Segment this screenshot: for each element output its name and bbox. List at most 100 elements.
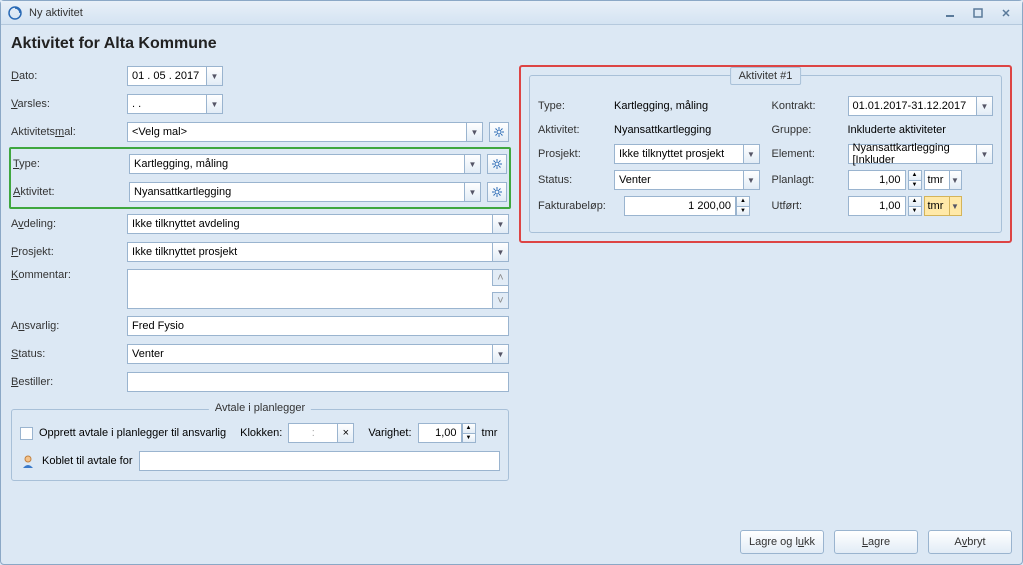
r-planlagt-unit-dropdown[interactable]: ▼: [950, 170, 962, 190]
r-faktura-input[interactable]: 1 200,00: [624, 196, 736, 216]
opprett-avtale-label: Opprett avtale i planlegger til ansvarli…: [39, 427, 226, 439]
r-element-label: Element:: [772, 148, 842, 160]
r-type-label: Type:: [538, 100, 608, 112]
r-aktivitet-label: Aktivitet:: [538, 124, 608, 136]
type-combo[interactable]: Kartlegging, måling: [129, 154, 465, 174]
r-gruppe-label: Gruppe:: [772, 124, 842, 136]
dato-dropdown-button[interactable]: ▼: [207, 66, 223, 86]
kommentar-label: Kommentar:: [11, 269, 121, 281]
varighet-label: Varighet:: [368, 427, 411, 439]
aktivitetsmal-gear-button[interactable]: [489, 122, 509, 142]
r-kontrakt-label: Kontrakt:: [772, 100, 842, 112]
varighet-spinner[interactable]: ▲▼: [462, 423, 476, 443]
aktivitetsmal-label: Aktivitetsmal:: [11, 126, 121, 138]
page-title: Aktivitet for Alta Kommune: [11, 35, 1012, 53]
r-prosjekt-label: Prosjekt:: [538, 148, 608, 160]
close-button[interactable]: [996, 5, 1016, 21]
r-prosjekt-combo[interactable]: Ikke tilknyttet prosjekt: [614, 144, 744, 164]
koblet-input[interactable]: [139, 451, 501, 471]
left-column: Dato: 01 . 05 . 2017 ▼ Varsles: . . ▼ Ak…: [11, 65, 509, 514]
type-label: Type:: [13, 158, 123, 170]
ansvarlig-label: Ansvarlig:: [11, 320, 121, 332]
user-icon: [20, 453, 36, 469]
type-gear-button[interactable]: [487, 154, 507, 174]
scroll-up-icon[interactable]: ˄: [492, 270, 508, 286]
r-utfort-unit-dropdown[interactable]: ▼: [950, 196, 962, 216]
r-utfort-label: Utført:: [772, 200, 842, 212]
highlighted-section: Type: Kartlegging, måling ▼ Aktivitet: N…: [9, 147, 511, 209]
prosjekt-combo[interactable]: Ikke tilknyttet prosjekt: [127, 242, 493, 262]
aktivitet-gear-button[interactable]: [487, 182, 507, 202]
kommentar-textarea[interactable]: ˄ ˅: [127, 269, 509, 309]
titlebar: Ny aktivitet: [1, 1, 1022, 25]
maximize-button[interactable]: [968, 5, 988, 21]
gear-icon: [493, 126, 505, 138]
aktivitet-dropdown-button[interactable]: ▼: [465, 182, 481, 202]
avdeling-combo[interactable]: Ikke tilknyttet avdeling: [127, 214, 493, 234]
prosjekt-label: Prosjekt:: [11, 246, 121, 258]
r-faktura-spinner[interactable]: ▲▼: [736, 196, 750, 216]
r-element-combo[interactable]: Nyansattkartlegging [Inkluder: [848, 144, 978, 164]
r-planlagt-unit[interactable]: tmr: [924, 170, 950, 190]
scroll-down-icon[interactable]: ˅: [492, 292, 508, 308]
r-element-dropdown-button[interactable]: ▼: [977, 144, 993, 164]
varighet-unit: tmr: [482, 427, 498, 439]
dato-input[interactable]: 01 . 05 . 2017: [127, 66, 207, 86]
bestiller-input[interactable]: [127, 372, 509, 392]
prosjekt-dropdown-button[interactable]: ▼: [493, 242, 509, 262]
r-status-dropdown-button[interactable]: ▼: [744, 170, 760, 190]
avdeling-label: Avdeling:: [11, 218, 121, 230]
koblet-label: Koblet til avtale for: [42, 455, 133, 467]
r-kontrakt-dropdown-button[interactable]: ▼: [977, 96, 993, 116]
varsles-label: Varsles:: [11, 98, 121, 110]
gear-icon: [491, 158, 503, 170]
gear-icon: [491, 186, 503, 198]
varighet-input[interactable]: 1,00: [418, 423, 462, 443]
r-prosjekt-dropdown-button[interactable]: ▼: [744, 144, 760, 164]
aktivitetsmal-dropdown-button[interactable]: ▼: [467, 122, 483, 142]
r-utfort-input[interactable]: 1,00: [848, 196, 906, 216]
cancel-button[interactable]: Avbryt: [928, 530, 1012, 554]
bestiller-label: Bestiller:: [11, 376, 121, 388]
aktivitetsmal-combo[interactable]: <Velg mal>: [127, 122, 467, 142]
r-status-combo[interactable]: Venter: [614, 170, 744, 190]
window: Ny aktivitet Aktivitet for Alta Kommune …: [0, 0, 1023, 565]
dato-label: Dato:: [11, 70, 121, 82]
varsles-dropdown-button[interactable]: ▼: [207, 94, 223, 114]
app-icon: [7, 5, 23, 21]
klokken-clear-button[interactable]: ×: [338, 423, 354, 443]
aktivitet-combo[interactable]: Nyansattkartlegging: [129, 182, 465, 202]
aktivitet-label: Aktivitet:: [13, 186, 123, 198]
window-title: Ny aktivitet: [29, 7, 940, 19]
r-faktura-label: Fakturabeløp:: [538, 200, 618, 212]
avdeling-dropdown-button[interactable]: ▼: [493, 214, 509, 234]
status-dropdown-button[interactable]: ▼: [493, 344, 509, 364]
save-button[interactable]: Lagre: [834, 530, 918, 554]
r-planlagt-input[interactable]: 1,00: [848, 170, 906, 190]
r-planlagt-spinner[interactable]: ▲▼: [908, 170, 922, 190]
status-combo[interactable]: Venter: [127, 344, 493, 364]
status-label: Status:: [11, 348, 121, 360]
varsles-input[interactable]: . .: [127, 94, 207, 114]
r-utfort-spinner[interactable]: ▲▼: [908, 196, 922, 216]
minimize-button[interactable]: [940, 5, 960, 21]
r-utfort-unit[interactable]: tmr: [924, 196, 950, 216]
aktivitet-1-legend: Aktivitet #1: [730, 67, 802, 85]
r-gruppe-value: Inkluderte aktiviteter: [848, 122, 994, 138]
save-and-close-button[interactable]: Lagre og lukk: [740, 530, 824, 554]
r-kontrakt-combo[interactable]: 01.01.2017-31.12.2017: [848, 96, 978, 116]
avtale-fieldset: Avtale i planlegger Opprett avtale i pla…: [11, 409, 509, 481]
right-panel-highlight: Aktivitet #1 Type: Kartlegging, måling Ko…: [519, 65, 1012, 243]
type-dropdown-button[interactable]: ▼: [465, 154, 481, 174]
ansvarlig-input[interactable]: Fred Fysio: [127, 316, 509, 336]
r-status-label: Status:: [538, 174, 608, 186]
opprett-avtale-checkbox[interactable]: [20, 427, 33, 440]
aktivitet-1-fieldset: Aktivitet #1 Type:Kartlegging, måling Ko…: [529, 75, 1002, 233]
footer: Lagre og lukk Lagre Avbryt: [1, 524, 1022, 564]
avtale-legend: Avtale i planlegger: [209, 402, 311, 414]
klokken-input[interactable]: :: [288, 423, 338, 443]
klokken-label: Klokken:: [240, 427, 282, 439]
r-planlagt-label: Planlagt:: [772, 174, 842, 186]
r-aktivitet-value: Nyansattkartlegging: [614, 122, 760, 138]
r-type-value: Kartlegging, måling: [614, 98, 760, 114]
